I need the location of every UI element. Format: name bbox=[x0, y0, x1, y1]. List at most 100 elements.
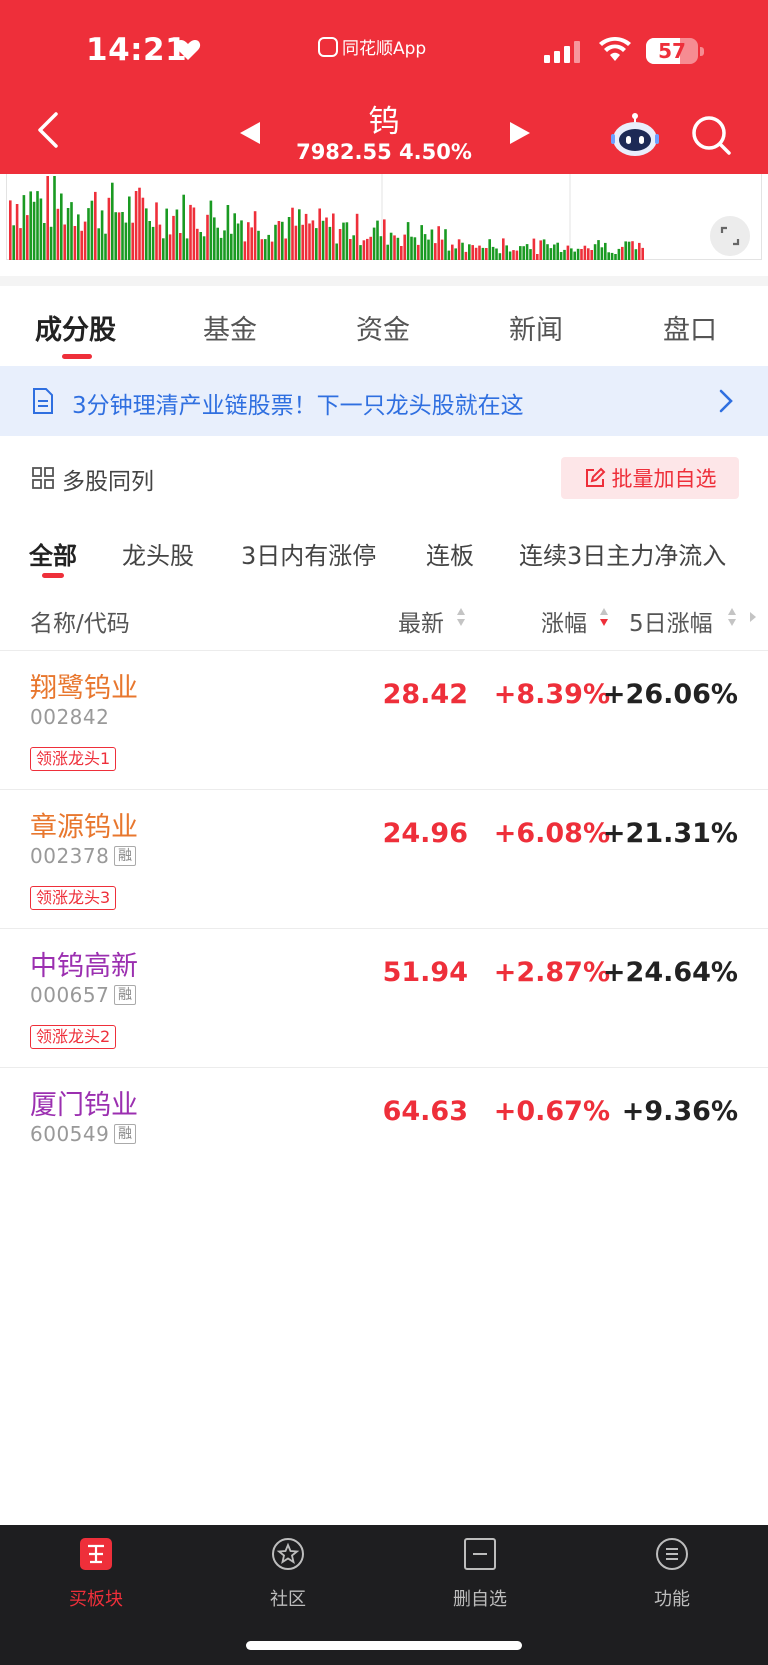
tab-constituents[interactable]: 成分股 bbox=[35, 308, 116, 347]
volume-bar bbox=[406, 222, 410, 260]
stock-name: 翔鹭钨业 bbox=[30, 673, 138, 704]
home-indicator[interactable] bbox=[246, 1641, 522, 1650]
tab-capital[interactable]: 资金 bbox=[356, 308, 410, 347]
back-button[interactable] bbox=[34, 110, 64, 150]
change-pct: +8.39% bbox=[493, 679, 610, 710]
prev-sector-button[interactable] bbox=[238, 120, 262, 146]
tab-news[interactable]: 新闻 bbox=[509, 308, 563, 347]
volume-bar bbox=[264, 239, 267, 260]
volume-chart[interactable] bbox=[6, 174, 762, 260]
volume-bar bbox=[100, 210, 104, 260]
robot-assistant-icon[interactable] bbox=[610, 112, 660, 158]
nav-functions[interactable]: 功能 bbox=[612, 1525, 732, 1635]
volume-bar bbox=[175, 209, 179, 260]
volume-bar bbox=[213, 217, 216, 260]
volume-bar bbox=[437, 226, 440, 260]
volume-bar bbox=[32, 201, 36, 260]
header-change[interactable]: 涨幅 bbox=[541, 604, 587, 638]
volume-bar bbox=[532, 238, 536, 260]
volume-bar bbox=[301, 224, 304, 260]
volume-bar bbox=[440, 239, 444, 260]
nav-buy-sector[interactable]: 买板块 bbox=[36, 1525, 156, 1635]
volume-bar bbox=[114, 212, 117, 260]
volume-bar bbox=[104, 233, 107, 260]
app-name: 同花顺App bbox=[342, 39, 427, 59]
sort-icon[interactable] bbox=[456, 606, 466, 628]
volume-bar bbox=[420, 225, 423, 260]
edit-icon bbox=[585, 467, 605, 487]
header-change-5d[interactable]: 5日涨幅 bbox=[629, 604, 713, 638]
nav-remove-watchlist[interactable]: 删自选 bbox=[420, 1525, 540, 1635]
nav-community[interactable]: 社区 bbox=[228, 1525, 348, 1635]
multi-stock-view-button[interactable]: 多股同列 bbox=[62, 462, 154, 496]
table-row[interactable]: 中钨高新 000657 融 领涨龙头2 51.94 +2.87% +24.64% bbox=[0, 929, 768, 1068]
volume-bar bbox=[563, 249, 566, 260]
volume-bar bbox=[97, 228, 100, 260]
sector-price: 7982.55 bbox=[296, 140, 392, 164]
filter-leaders[interactable]: 龙头股 bbox=[122, 536, 194, 571]
volume-bar bbox=[508, 251, 512, 260]
volume-bar bbox=[182, 194, 185, 260]
volume-bar bbox=[270, 241, 274, 260]
volume-bar bbox=[536, 254, 539, 260]
document-icon bbox=[33, 388, 53, 414]
volume-bar bbox=[111, 182, 114, 260]
volume-bar bbox=[349, 239, 352, 260]
promo-banner[interactable]: 3分钟理清产业链股票！下一只龙头股就在这 bbox=[0, 366, 768, 436]
app-source-tag[interactable]: 同花顺App bbox=[318, 34, 426, 59]
volume-bar bbox=[539, 240, 542, 260]
header-latest[interactable]: 最新 bbox=[398, 604, 444, 638]
active-filter-indicator bbox=[42, 573, 64, 578]
change-5d-pct: +24.64% bbox=[602, 957, 738, 988]
volume-bar bbox=[87, 208, 90, 260]
volume-bar bbox=[90, 200, 94, 260]
volume-bar bbox=[447, 250, 451, 260]
volume-bar bbox=[570, 248, 573, 260]
filter-limit-up-3d[interactable]: 3日内有涨停 bbox=[241, 536, 376, 571]
volume-bar bbox=[641, 247, 644, 260]
search-icon[interactable] bbox=[690, 114, 732, 156]
next-sector-button[interactable] bbox=[508, 120, 532, 146]
volume-bar bbox=[604, 242, 607, 260]
batch-add-label: 批量加自选 bbox=[611, 467, 717, 491]
volume-bar bbox=[70, 202, 73, 260]
batch-add-watchlist-button[interactable]: 批量加自选 bbox=[561, 457, 739, 499]
table-row[interactable]: 章源钨业 002378 融 领涨龙头3 24.96 +6.08% +21.31% bbox=[0, 790, 768, 929]
volume-bar bbox=[277, 221, 281, 260]
expand-icon[interactable] bbox=[710, 216, 750, 256]
sort-icon[interactable] bbox=[727, 606, 737, 628]
grid-icon[interactable] bbox=[32, 467, 54, 489]
volume-bar bbox=[434, 243, 437, 260]
table-row[interactable]: 翔鹭钨业 002842 领涨龙头1 28.42 +8.39% +26.06% bbox=[0, 651, 768, 790]
volume-bar bbox=[19, 228, 22, 260]
volume-bar bbox=[359, 245, 362, 260]
change-pct: +2.87% bbox=[493, 957, 610, 988]
volume-bar bbox=[36, 191, 39, 260]
volume-bar bbox=[185, 238, 189, 260]
sector-quote: 7982.55 4.50% bbox=[284, 140, 484, 164]
volume-bar bbox=[427, 239, 430, 260]
volume-bar bbox=[240, 220, 243, 260]
scroll-right-icon[interactable] bbox=[749, 611, 757, 623]
volume-bar bbox=[60, 193, 63, 260]
filter-net-inflow-3d[interactable]: 连续3日主力净流入 bbox=[519, 536, 726, 571]
volume-bar bbox=[158, 224, 162, 260]
volume-bar bbox=[512, 250, 515, 260]
filter-consecutive-limit[interactable]: 连板 bbox=[426, 536, 474, 571]
volume-bar bbox=[315, 228, 318, 260]
table-row[interactable]: 厦门钨业 600549 融 64.63 +0.67% +9.36% bbox=[0, 1068, 768, 1168]
volume-bar bbox=[430, 229, 434, 260]
tab-funds[interactable]: 基金 bbox=[203, 308, 257, 347]
volume-bar bbox=[325, 217, 328, 260]
volume-bar bbox=[617, 248, 621, 260]
volume-bar bbox=[199, 232, 202, 260]
volume-bar bbox=[383, 219, 386, 260]
app-logo-icon bbox=[318, 36, 338, 57]
volume-bar bbox=[209, 200, 213, 260]
tab-order-book[interactable]: 盘口 bbox=[663, 308, 717, 347]
sort-desc-icon[interactable] bbox=[599, 606, 609, 628]
filter-all[interactable]: 全部 bbox=[29, 536, 77, 571]
volume-bar bbox=[83, 221, 87, 260]
volume-bar bbox=[345, 222, 349, 260]
volume-bar bbox=[141, 197, 145, 260]
